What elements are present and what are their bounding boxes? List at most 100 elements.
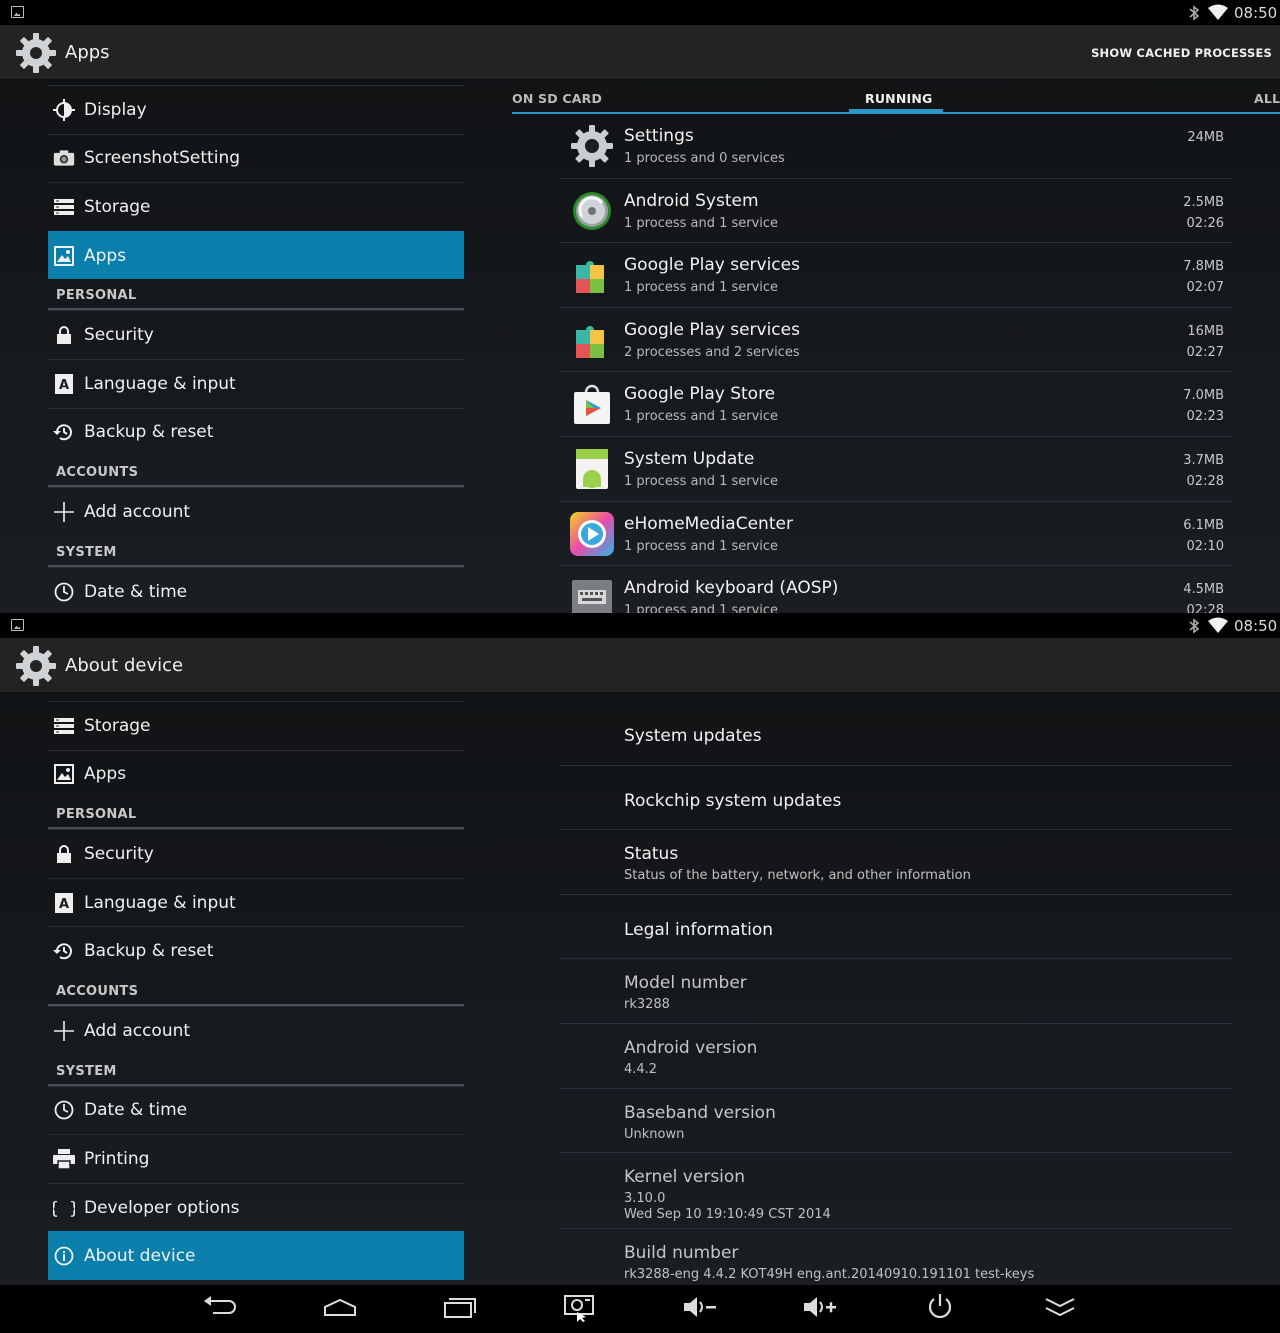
process-row[interactable]: System Update 1 process and 1 service 3.7M…: [560, 437, 1232, 502]
sidebar-item-date-and-time[interactable]: Date & time: [48, 1085, 464, 1135]
section-header-personal: PERSONAL: [48, 279, 464, 311]
backup-icon: [53, 421, 75, 443]
svg-text:{ }: { }: [53, 1199, 75, 1218]
sidebar-item-label: About device: [84, 1246, 196, 1267]
process-row[interactable]: Google Play Store 1 process and 1 service…: [560, 372, 1232, 437]
process-row[interactable]: Settings 1 process and 0 services 24MB: [560, 114, 1232, 179]
sidebar-item-backup-and-reset[interactable]: Backup & reset: [48, 926, 464, 975]
sidebar-item-label: Printing: [84, 1148, 150, 1169]
back-button[interactable]: [200, 1293, 240, 1325]
screenshot-button[interactable]: [560, 1293, 600, 1325]
process-name: Android System: [624, 190, 759, 211]
sidebar-item-apps[interactable]: Apps: [48, 230, 464, 280]
volume-up-button[interactable]: [800, 1293, 840, 1325]
sidebar-item-language-and-input[interactable]: A Language & input: [48, 358, 464, 408]
about-item-value-line: 3.10.0: [624, 1191, 666, 1207]
process-row[interactable]: Google Play services 1 process and 1 serv…: [560, 243, 1232, 308]
process-name: eHomeMediaCenter: [624, 513, 793, 534]
show-cached-processes-button[interactable]: SHOW CACHED PROCESSES: [1091, 46, 1272, 60]
clock-icon: [53, 1099, 75, 1121]
about-item-rockchip-system-updates[interactable]: Rockchip system updates: [560, 766, 1232, 831]
page-title: About device: [65, 655, 184, 676]
about-item-model-number: Model number rk3288: [560, 959, 1232, 1024]
sidebar-item-storage[interactable]: Storage: [48, 182, 464, 231]
image-notification-icon: [11, 619, 24, 631]
sidebar-item-developer-options[interactable]: { } Developer options: [48, 1182, 464, 1232]
plus-icon: [53, 1020, 75, 1042]
sidebar-item-storage[interactable]: Storage: [48, 701, 464, 750]
process-row[interactable]: eHomeMediaCenter 1 process and 1 service 6…: [560, 502, 1232, 567]
about-item-legal-information[interactable]: Legal information: [560, 895, 1232, 960]
about-item-status[interactable]: Status Status of the battery, network, an…: [560, 830, 1232, 895]
puzzle-icon: [568, 251, 616, 299]
about-item-value-line: Unknown: [624, 1126, 685, 1142]
storage-icon: [53, 715, 75, 737]
volume-down-button[interactable]: [680, 1293, 720, 1325]
process-time: 02:28: [1186, 473, 1224, 489]
keyboard-icon: [568, 574, 616, 613]
app-tabs: ON SD CARD RUNNING ALL: [512, 86, 1280, 114]
sidebar-item-apps[interactable]: Apps: [48, 749, 464, 799]
sidebar-item-label: Storage: [84, 196, 151, 217]
section-header-system: SYSTEM: [48, 1055, 464, 1086]
power-button[interactable]: [920, 1293, 960, 1325]
sidebar-item-add-account[interactable]: Add account: [48, 1005, 464, 1055]
process-memory: 7.0MB: [1183, 388, 1224, 404]
process-time: 02:26: [1186, 215, 1224, 231]
about-item-value-line: Wed Sep 10 19:10:49 CST 2014: [624, 1207, 831, 1223]
hide-bar-button[interactable]: [1040, 1293, 1080, 1325]
about-item-system-updates[interactable]: System updates: [560, 701, 1232, 766]
status-clock: 08:50: [1234, 4, 1278, 22]
process-row[interactable]: Android keyboard (AOSP) 1 process and 1 s…: [560, 566, 1232, 613]
process-name: Google Play Store: [624, 384, 776, 405]
process-name: Google Play services: [624, 319, 800, 340]
sidebar-item-label: Language & input: [84, 373, 236, 394]
back-icon: [203, 1295, 237, 1323]
process-detail: 1 process and 1 service: [624, 473, 779, 489]
tab-all[interactable]: ALL: [1254, 91, 1280, 106]
process-name: Settings: [624, 126, 694, 146]
process-row[interactable]: Google Play services 2 processes and 2 se…: [560, 308, 1232, 373]
section-header-accounts: ACCOUNTS: [48, 456, 464, 488]
about-item-value: Status of the battery, network, and othe…: [624, 868, 971, 884]
lock-icon: [53, 843, 75, 865]
settings-gear-icon[interactable]: [14, 31, 58, 75]
about-item-value: rk3288: [624, 997, 670, 1013]
sidebar-item-security[interactable]: Security: [48, 310, 464, 359]
sidebar-item-security[interactable]: Security: [48, 829, 464, 878]
settings-gear-icon[interactable]: [14, 644, 58, 688]
sidebar-item-label: Security: [84, 325, 154, 346]
about-item-value: 3.10.0 Wed Sep 10 19:10:49 CST 2014: [624, 1191, 831, 1223]
sidebar-item-date-and-time[interactable]: Date & time: [48, 566, 464, 613]
process-detail: 1 process and 1 service: [624, 409, 779, 425]
sidebar-item-display[interactable]: Display: [48, 85, 464, 134]
sidebar-item-add-account[interactable]: Add account: [48, 487, 464, 536]
home-button[interactable]: [320, 1293, 360, 1325]
status-clock: 08:50: [1234, 617, 1278, 635]
language-icon: A: [53, 892, 75, 914]
process-memory: 2.5MB: [1183, 194, 1224, 210]
about-item-value-line: Status of the battery, network, and othe…: [624, 868, 971, 884]
running-process-list: Settings 1 process and 0 services 24MB Andr…: [560, 114, 1232, 613]
about-item-value: Unknown: [624, 1127, 684, 1143]
action-bar: About device: [0, 638, 1280, 694]
process-memory: 24MB: [1187, 130, 1224, 145]
tab-on-sd-card[interactable]: ON SD CARD: [512, 91, 602, 106]
about-item-title: Legal information: [624, 919, 774, 940]
sidebar-item-printing[interactable]: Printing: [48, 1134, 464, 1183]
sidebar-item-screenshotsetting[interactable]: ScreenshotSetting: [48, 133, 464, 183]
navigation-bar: [0, 1285, 1280, 1333]
process-row[interactable]: Android System 1 process and 1 service 2.5…: [560, 179, 1232, 244]
status-bar: 08:50: [0, 613, 1280, 638]
sidebar-item-language-and-input[interactable]: A Language & input: [48, 877, 464, 927]
apps-icon: [53, 763, 75, 785]
sidebar-item-about-device[interactable]: About device: [48, 1231, 464, 1280]
power-icon: [926, 1293, 954, 1325]
info-icon: [53, 1245, 75, 1267]
volume-up-icon: [802, 1295, 838, 1323]
about-item-value: rk3288-eng 4.4.2 KOT49H eng.ant.20140910…: [624, 1267, 1034, 1283]
sidebar-item-backup-and-reset[interactable]: Backup & reset: [48, 407, 464, 457]
sidebar-item-label: Developer options: [84, 1197, 240, 1218]
tab-running[interactable]: RUNNING: [865, 91, 932, 106]
recents-button[interactable]: [440, 1293, 480, 1325]
